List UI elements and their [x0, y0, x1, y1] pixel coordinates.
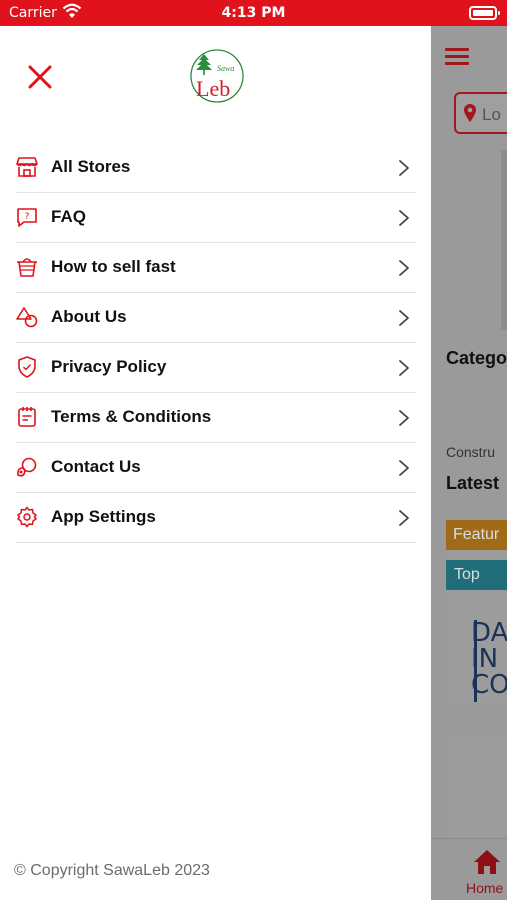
background-app[interactable]: Lo Catego Constru Latest Featur Top DA IN…	[431, 26, 507, 900]
copyright-text: © Copyright SawaLeb 2023	[14, 862, 210, 879]
menu-item-contact-us[interactable]: Contact Us	[16, 443, 416, 493]
menu-item-privacy-policy[interactable]: Privacy Policy	[16, 343, 416, 393]
tab-bar: Home	[431, 838, 507, 900]
menu-item-terms-conditions[interactable]: Terms & Conditions	[16, 393, 416, 443]
menu-item-label: FAQ	[51, 207, 86, 226]
menu-item-label: Privacy Policy	[51, 357, 167, 376]
card-image-text: DA IN CO	[471, 618, 507, 700]
sawaleb-logo: Sawa Leb	[190, 49, 244, 103]
menu-item-label: App Settings	[51, 507, 156, 526]
status-bar: Carrier 4:13 PM	[0, 0, 507, 26]
chevron-right-icon	[399, 360, 409, 376]
menu-item-how-to-sell-fast[interactable]: How to sell fast	[16, 243, 416, 293]
chevron-right-icon	[399, 210, 409, 226]
menu-item-about-us[interactable]: About Us	[16, 293, 416, 343]
store-icon	[16, 157, 38, 177]
menu-item-all-stores[interactable]: All Stores	[16, 143, 416, 193]
chevron-right-icon	[399, 310, 409, 326]
chevron-right-icon	[399, 410, 409, 426]
menu-item-faq[interactable]: ? FAQ	[16, 193, 416, 243]
shield-icon	[18, 356, 36, 378]
categories-heading: Catego	[446, 348, 507, 368]
location-search-box[interactable]: Lo	[454, 92, 507, 134]
top-badge: Top	[446, 560, 507, 590]
shapes-icon	[16, 307, 38, 328]
location-placeholder: Lo	[482, 105, 501, 124]
menu-item-label: How to sell fast	[51, 257, 176, 276]
menu-item-label: About Us	[51, 307, 127, 326]
home-icon[interactable]	[473, 849, 501, 875]
document-icon	[18, 407, 36, 427]
chevron-right-icon	[399, 260, 409, 276]
side-drawer: Sawa Leb All Stores ? FAQ How to sell fa…	[0, 26, 431, 900]
featured-badge: Featur	[446, 520, 507, 550]
category-label[interactable]: Constru	[446, 444, 495, 460]
drawer-menu: All Stores ? FAQ How to sell fast About …	[16, 143, 416, 543]
basket-icon	[17, 258, 37, 277]
chevron-right-icon	[399, 160, 409, 176]
menu-item-app-settings[interactable]: App Settings	[16, 493, 416, 543]
svg-text:Sawa: Sawa	[217, 64, 234, 73]
location-pin-icon	[464, 104, 476, 122]
contact-icon	[17, 457, 37, 477]
menu-item-label: All Stores	[51, 157, 131, 176]
close-icon[interactable]	[25, 62, 55, 92]
svg-text:?: ?	[25, 212, 30, 222]
status-time: 4:13 PM	[221, 5, 286, 21]
banner-image[interactable]	[501, 150, 507, 330]
chevron-right-icon	[399, 460, 409, 476]
menu-item-label: Terms & Conditions	[51, 407, 212, 426]
battery-icon	[469, 6, 500, 20]
hamburger-menu-icon[interactable]	[445, 48, 469, 66]
menu-item-label: Contact Us	[51, 457, 141, 476]
chevron-right-icon	[399, 510, 409, 526]
faq-chat-icon: ?	[17, 208, 37, 227]
latest-heading: Latest	[446, 473, 500, 493]
tab-home-label[interactable]: Home	[466, 880, 503, 896]
listing-card-2[interactable]	[446, 736, 507, 846]
svg-text:Leb: Leb	[196, 76, 230, 101]
settings-icon	[17, 506, 37, 528]
